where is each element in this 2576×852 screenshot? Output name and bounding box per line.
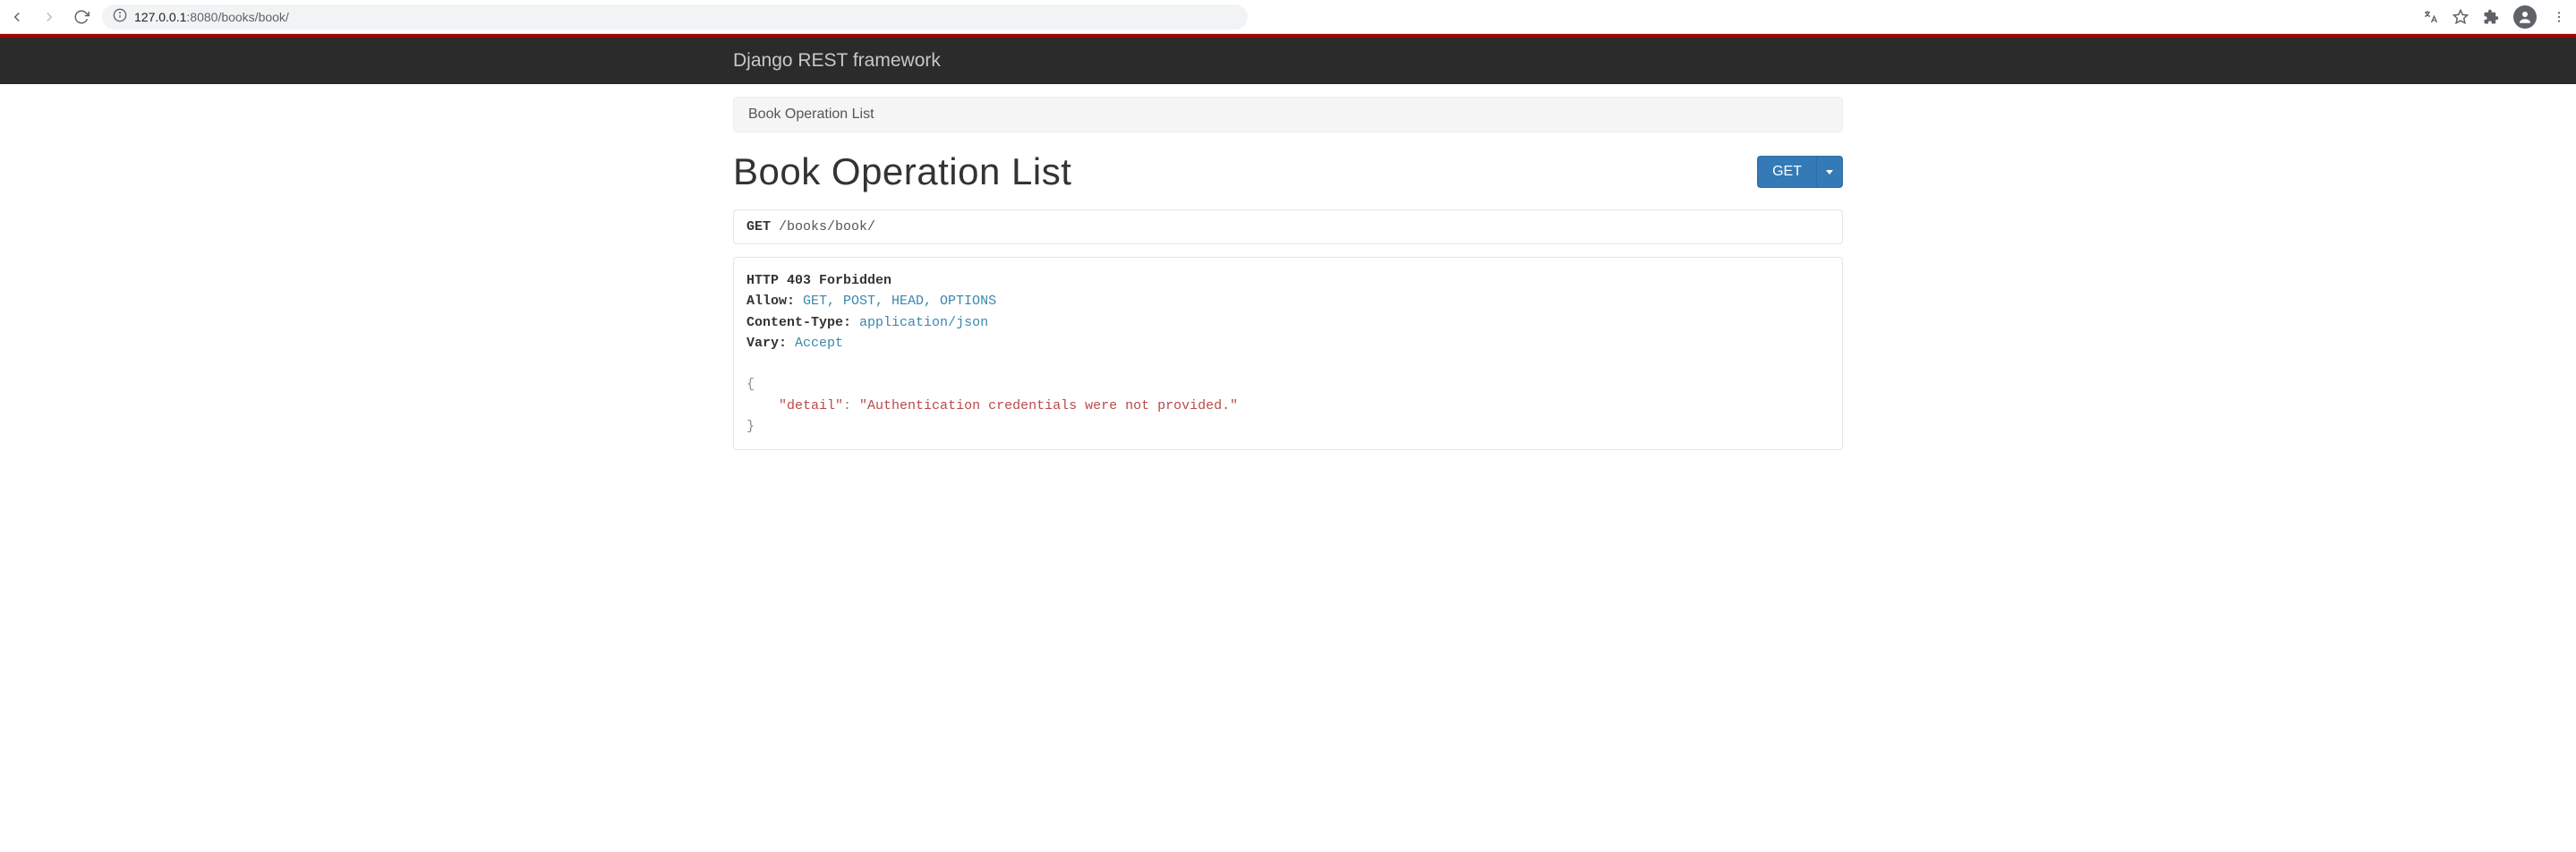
response-status: HTTP 403 Forbidden <box>746 273 891 288</box>
json-key: "detail" <box>779 398 843 413</box>
brand-link[interactable]: Django REST framework <box>733 50 941 71</box>
url-port: :8080 <box>186 10 218 24</box>
back-icon[interactable] <box>9 9 25 25</box>
action-buttons: GET <box>1757 156 1843 188</box>
star-icon[interactable] <box>2452 9 2469 25</box>
get-dropdown-button[interactable] <box>1816 156 1843 188</box>
nav-buttons <box>9 9 90 25</box>
hdr-name-1: Content-Type: <box>746 315 851 330</box>
url-host: 127.0.0.1 <box>134 10 186 24</box>
hdr-name-2: Vary: <box>746 336 787 351</box>
request-method: GET <box>746 219 771 234</box>
json-close: } <box>746 419 755 434</box>
request-path: /books/book/ <box>779 219 875 234</box>
menu-dots-icon[interactable] <box>2551 9 2567 25</box>
page-title: Book Operation List <box>733 150 1071 193</box>
address-bar[interactable]: 127.0.0.1:8080/books/book/ <box>102 4 1248 30</box>
request-line: GET /books/book/ <box>733 209 1843 244</box>
json-open: { <box>746 377 755 392</box>
json-value: "Authentication credentials were not pro… <box>859 398 1238 413</box>
extensions-icon[interactable] <box>2483 9 2499 25</box>
profile-avatar[interactable] <box>2513 5 2537 29</box>
hdr-val-1: application/json <box>859 315 988 330</box>
hdr-name-0: Allow: <box>746 294 795 309</box>
breadcrumb-item[interactable]: Book Operation List <box>748 106 874 122</box>
hdr-val-0: GET, POST, HEAD, OPTIONS <box>803 294 996 309</box>
app-navbar: Django REST framework <box>0 38 2576 84</box>
info-icon <box>113 8 127 25</box>
get-button[interactable]: GET <box>1757 156 1816 188</box>
response-box: HTTP 403 Forbidden Allow: GET, POST, HEA… <box>733 257 1843 450</box>
browser-toolbar: 127.0.0.1:8080/books/book/ <box>0 0 2576 34</box>
hdr-val-2: Accept <box>795 336 843 351</box>
reload-icon[interactable] <box>73 9 90 25</box>
url-path: /books/book/ <box>218 10 288 24</box>
breadcrumb: Book Operation List <box>733 97 1843 132</box>
forward-icon <box>41 9 57 25</box>
translate-icon[interactable] <box>2422 9 2438 25</box>
url-text: 127.0.0.1:8080/books/book/ <box>134 10 289 24</box>
json-colon: : <box>843 398 859 413</box>
caret-down-icon <box>1826 170 1833 175</box>
browser-right-icons <box>2422 5 2567 29</box>
